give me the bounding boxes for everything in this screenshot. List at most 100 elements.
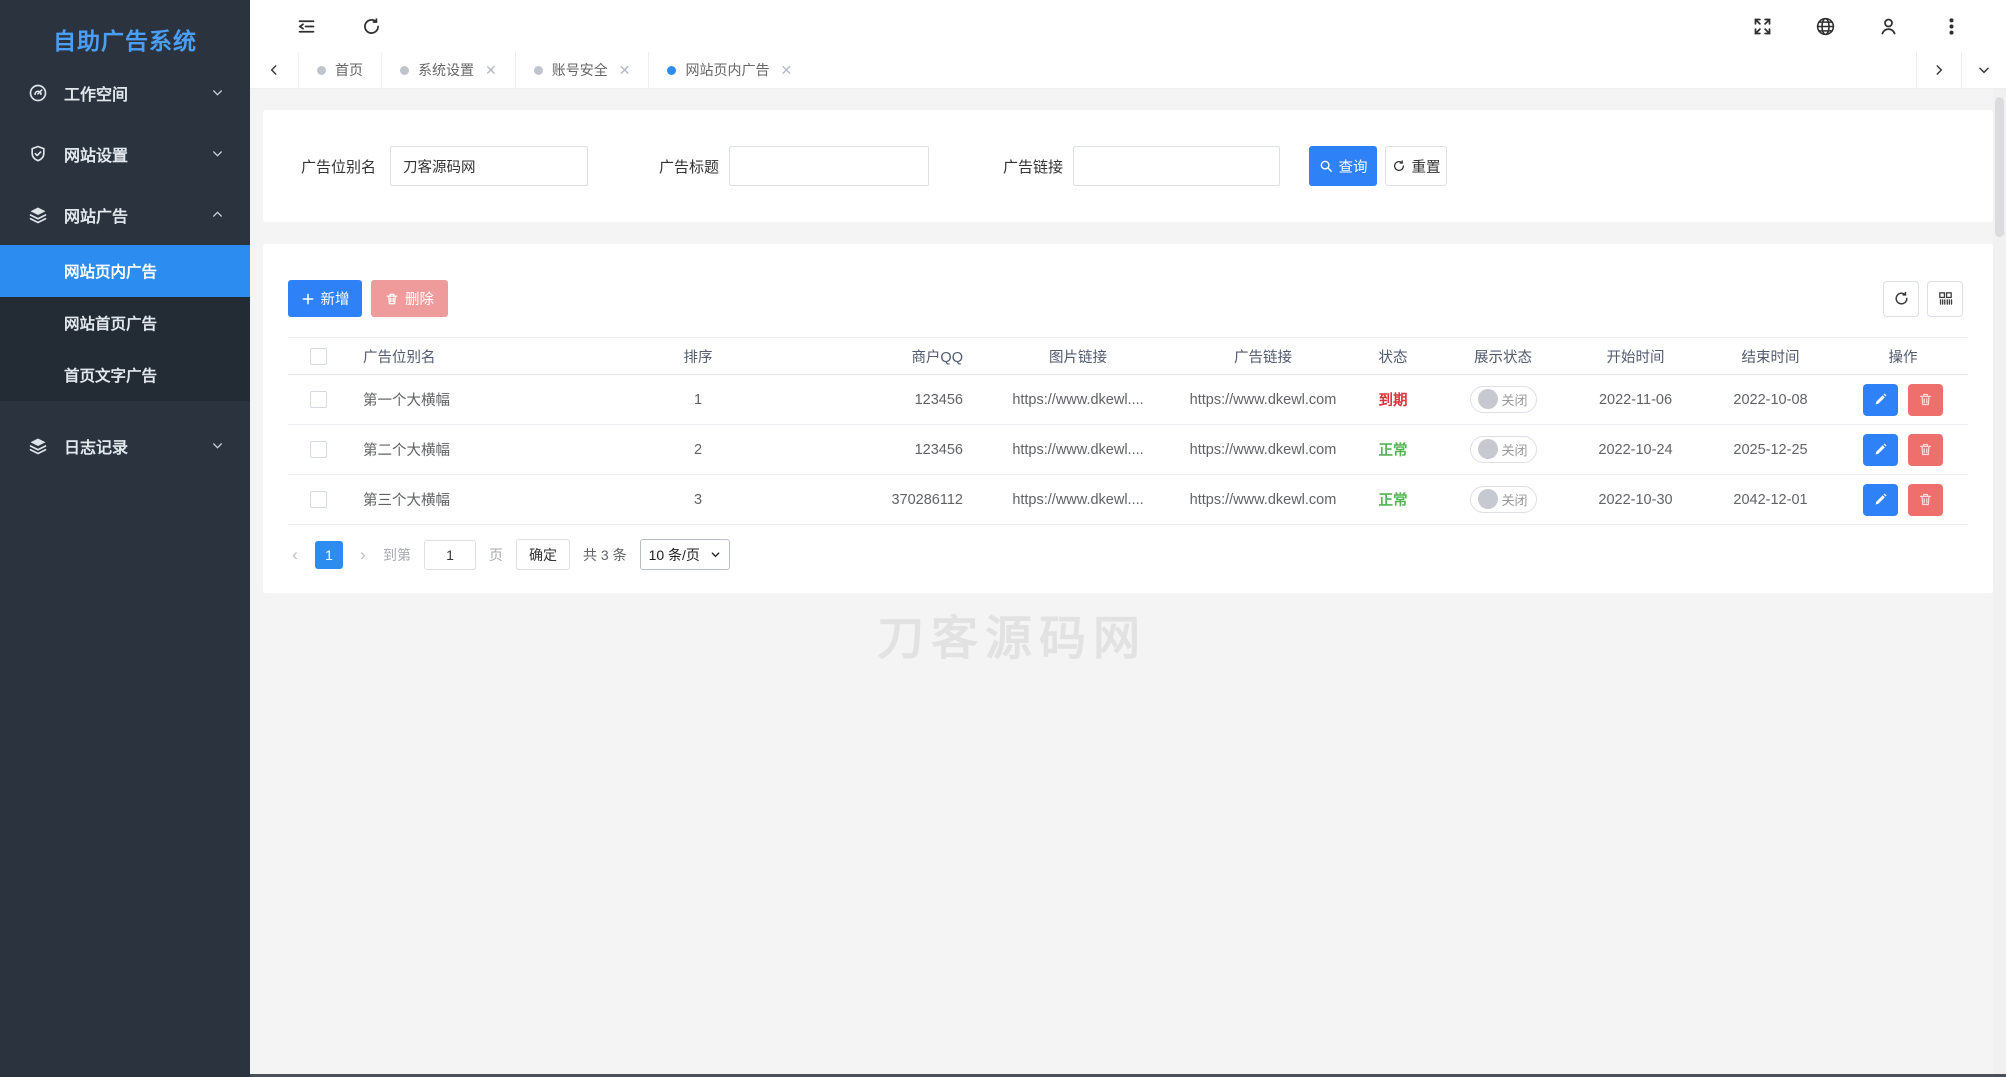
menu-fold-icon[interactable] (296, 16, 317, 37)
alias-input[interactable] (390, 146, 589, 186)
sidebar-item-home-ads[interactable]: 网站首页广告 (0, 297, 250, 349)
columns-icon (1938, 292, 1952, 305)
delete-button[interactable]: 删除 (371, 280, 448, 317)
chevron-up-icon (213, 211, 222, 217)
cell-ad-link: https://www.dkewl.com (1189, 491, 1337, 508)
sidebar-item-site-ads[interactable]: 网站广告 (0, 184, 250, 245)
user-icon[interactable] (1878, 16, 1899, 37)
main-area: 首页 系统设置 ✕ 账号安全 ✕ 网站页内广告 ✕ 广告位别名 刀客源码网 广告… (250, 0, 2006, 1077)
vertical-scrollbar[interactable] (1993, 89, 2006, 1077)
sidebar-item-label: 工作空间 (64, 86, 129, 104)
goto-confirm-button[interactable]: 确定 (516, 539, 570, 570)
pencil-icon (1875, 443, 1887, 455)
col-header-qq: 商户QQ (911, 349, 963, 366)
tabs-menu-button[interactable] (1961, 52, 2006, 88)
toggle-label: 关闭 (1501, 442, 1528, 458)
tabs-scroll-left-button[interactable] (250, 52, 298, 88)
cell-image-link: https://www.dkewl.... (1012, 391, 1144, 408)
field-label-link: 广告链接 (1003, 158, 1064, 176)
chevron-left-icon (270, 65, 277, 75)
sidebar-item-workspace[interactable]: 工作空间 (0, 62, 250, 123)
sidebar-item-page-ads[interactable]: 网站页内广告 (0, 245, 250, 297)
more-vertical-icon[interactable] (1941, 16, 1962, 37)
goto-page-input[interactable] (424, 539, 476, 570)
col-header-image-link: 图片链接 (1049, 349, 1107, 366)
tab-dot (667, 65, 677, 75)
select-all-checkbox[interactable] (309, 347, 327, 365)
row-checkbox[interactable] (309, 491, 327, 508)
tab-dot (317, 65, 326, 75)
cell-order: 3 (693, 491, 703, 508)
tab-label: 网站页内广告 (685, 62, 770, 78)
row-delete-button[interactable] (1908, 433, 1944, 466)
status-badge: 正常 (1378, 493, 1408, 509)
refresh-icon[interactable] (361, 16, 382, 37)
field-label-alias: 广告位别名 (301, 158, 377, 176)
sidebar-item-logs[interactable]: 日志记录 (0, 415, 250, 476)
trash-icon (1919, 493, 1932, 506)
sidebar-item-site-settings[interactable]: 网站设置 (0, 123, 250, 184)
col-header-order: 排序 (683, 349, 713, 366)
prev-page-button[interactable]: ‹ (288, 545, 302, 565)
refresh-icon (1894, 291, 1908, 305)
watermark: 刀客源码网 (877, 611, 1147, 665)
row-checkbox[interactable] (309, 391, 327, 408)
pencil-icon (1875, 493, 1887, 505)
search-icon (1320, 160, 1332, 172)
fullscreen-icon[interactable] (1752, 16, 1773, 37)
column-settings-button[interactable] (1927, 280, 1963, 317)
add-button[interactable]: 新增 (288, 280, 362, 317)
tab-home[interactable]: 首页 (298, 52, 381, 88)
pencil-icon (1875, 393, 1887, 405)
edit-button[interactable] (1862, 433, 1898, 466)
query-button[interactable]: 查询 (1309, 146, 1378, 186)
scrollbar-thumb[interactable] (1995, 97, 2004, 237)
tab-account-security[interactable]: 账号安全 ✕ (514, 52, 649, 88)
tab-close-icon[interactable]: ✕ (485, 62, 497, 79)
cell-order: 1 (693, 391, 703, 408)
cell-order: 2 (693, 441, 703, 458)
ad-title-input[interactable] (729, 146, 930, 186)
search-panel: 广告位别名 广告标题 广告链接 查询 重置 (263, 110, 1993, 222)
cell-ad-link: https://www.dkewl.com (1189, 391, 1337, 408)
cell-alias: 第三个大横幅 (363, 493, 450, 509)
chevron-down-icon (213, 151, 222, 157)
display-toggle[interactable]: 关闭 (1469, 385, 1537, 413)
app-root: 自助广告系统 工作空间 网站设置 网站广告 网站页内广告 网站首页广告 首页文字… (0, 0, 2006, 1077)
app-title: 自助广告系统 (53, 28, 197, 54)
ad-link-input[interactable] (1073, 146, 1281, 186)
tab-label: 系统设置 (418, 62, 474, 78)
reset-button[interactable]: 重置 (1385, 146, 1448, 186)
tabs-scroll-right-button[interactable] (1916, 52, 1961, 88)
cell-alias: 第二个大横幅 (363, 443, 450, 459)
trash-icon (1919, 443, 1932, 456)
edit-button[interactable] (1862, 483, 1898, 516)
tab-dot (400, 65, 409, 75)
cell-end-time: 2025-12-25 (1733, 441, 1808, 458)
tab-page-ads[interactable]: 网站页内广告 ✕ (648, 52, 810, 88)
cell-end-time: 2022-10-08 (1733, 391, 1808, 408)
page-number-button[interactable]: 1 (315, 540, 343, 569)
content-area: 广告位别名 广告标题 广告链接 查询 重置 (250, 89, 2006, 1077)
tab-close-icon[interactable]: ✕ (619, 62, 631, 79)
sidebar-item-home-text-ads[interactable]: 首页文字广告 (0, 349, 250, 401)
trash-icon (1919, 393, 1932, 406)
next-page-button[interactable]: › (356, 545, 370, 565)
globe-icon[interactable] (1815, 16, 1836, 37)
tab-bar: 首页 系统设置 ✕ 账号安全 ✕ 网站页内广告 ✕ (250, 52, 2006, 89)
table-refresh-button[interactable] (1883, 280, 1919, 317)
tab-close-icon[interactable]: ✕ (780, 62, 792, 79)
table-row: 第二个大横幅 2 123456 https://www.dkewl.... ht… (288, 425, 1968, 475)
tab-system-settings[interactable]: 系统设置 ✕ (381, 52, 515, 88)
row-delete-button[interactable] (1908, 483, 1944, 516)
display-toggle[interactable]: 关闭 (1469, 435, 1537, 463)
page-size-value: 10 条/页 (648, 546, 700, 563)
row-delete-button[interactable] (1908, 383, 1944, 416)
edit-button[interactable] (1862, 383, 1898, 416)
row-checkbox[interactable] (309, 441, 327, 458)
cell-end-time: 2042-12-01 (1733, 491, 1808, 508)
cell-image-link: https://www.dkewl.... (1012, 491, 1144, 508)
goto-suffix-label: 页 (489, 546, 503, 563)
page-size-select[interactable]: 10 条/页 (639, 539, 730, 570)
display-toggle[interactable]: 关闭 (1469, 485, 1537, 513)
